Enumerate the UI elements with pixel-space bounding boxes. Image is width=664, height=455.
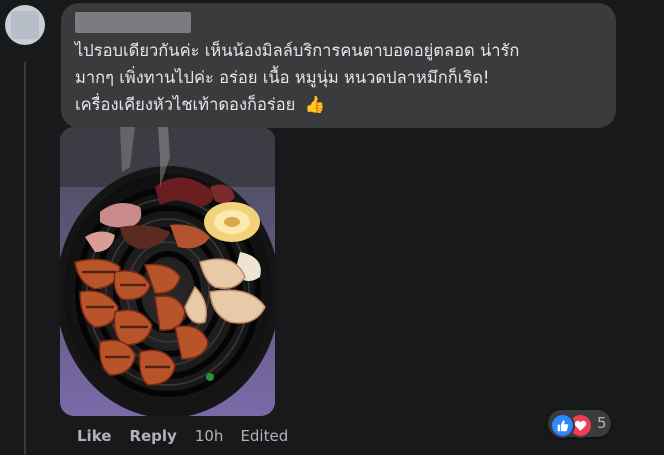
thumbs-up-emoji: 👍 [304, 95, 326, 114]
like-reaction-icon [550, 413, 575, 438]
comment-photo[interactable] [60, 127, 275, 416]
author-name-redacted[interactable] [75, 12, 191, 33]
reply-button[interactable]: Reply [129, 427, 176, 445]
thread-line [24, 62, 26, 455]
reaction-count: 5 [597, 414, 607, 432]
comment-thread: ไปรอบเดียวกันค่ะ เห็นน้องมิลล์บริการคนตา… [0, 0, 664, 455]
avatar[interactable] [5, 5, 45, 45]
comment-line-text: เครื่องเคียงหัวไชเท้าดองก็อร่อย [75, 95, 296, 114]
timestamp[interactable]: 10h [195, 427, 224, 445]
like-button[interactable]: Like [77, 427, 111, 445]
comment-text: ไปรอบเดียวกันค่ะ เห็นน้องมิลล์บริการคนตา… [75, 37, 605, 118]
comment-actions: Like Reply 10h Edited [77, 426, 305, 446]
reactions-summary[interactable]: 5 [548, 410, 611, 438]
comment-line: มากๆ เพิ่งทานไปค่ะ อร่อย เนื้อ หมูนุ่ม ห… [75, 68, 490, 87]
grilled-meat-photo [60, 127, 275, 416]
edited-label[interactable]: Edited [240, 427, 288, 445]
comment-bubble: ไปรอบเดียวกันค่ะ เห็นน้องมิลล์บริการคนตา… [61, 3, 616, 128]
comment-line: เครื่องเคียงหัวไชเท้าดองก็อร่อย 👍 [75, 91, 605, 118]
comment-line: ไปรอบเดียวกันค่ะ เห็นน้องมิลล์บริการคนตา… [75, 41, 520, 60]
